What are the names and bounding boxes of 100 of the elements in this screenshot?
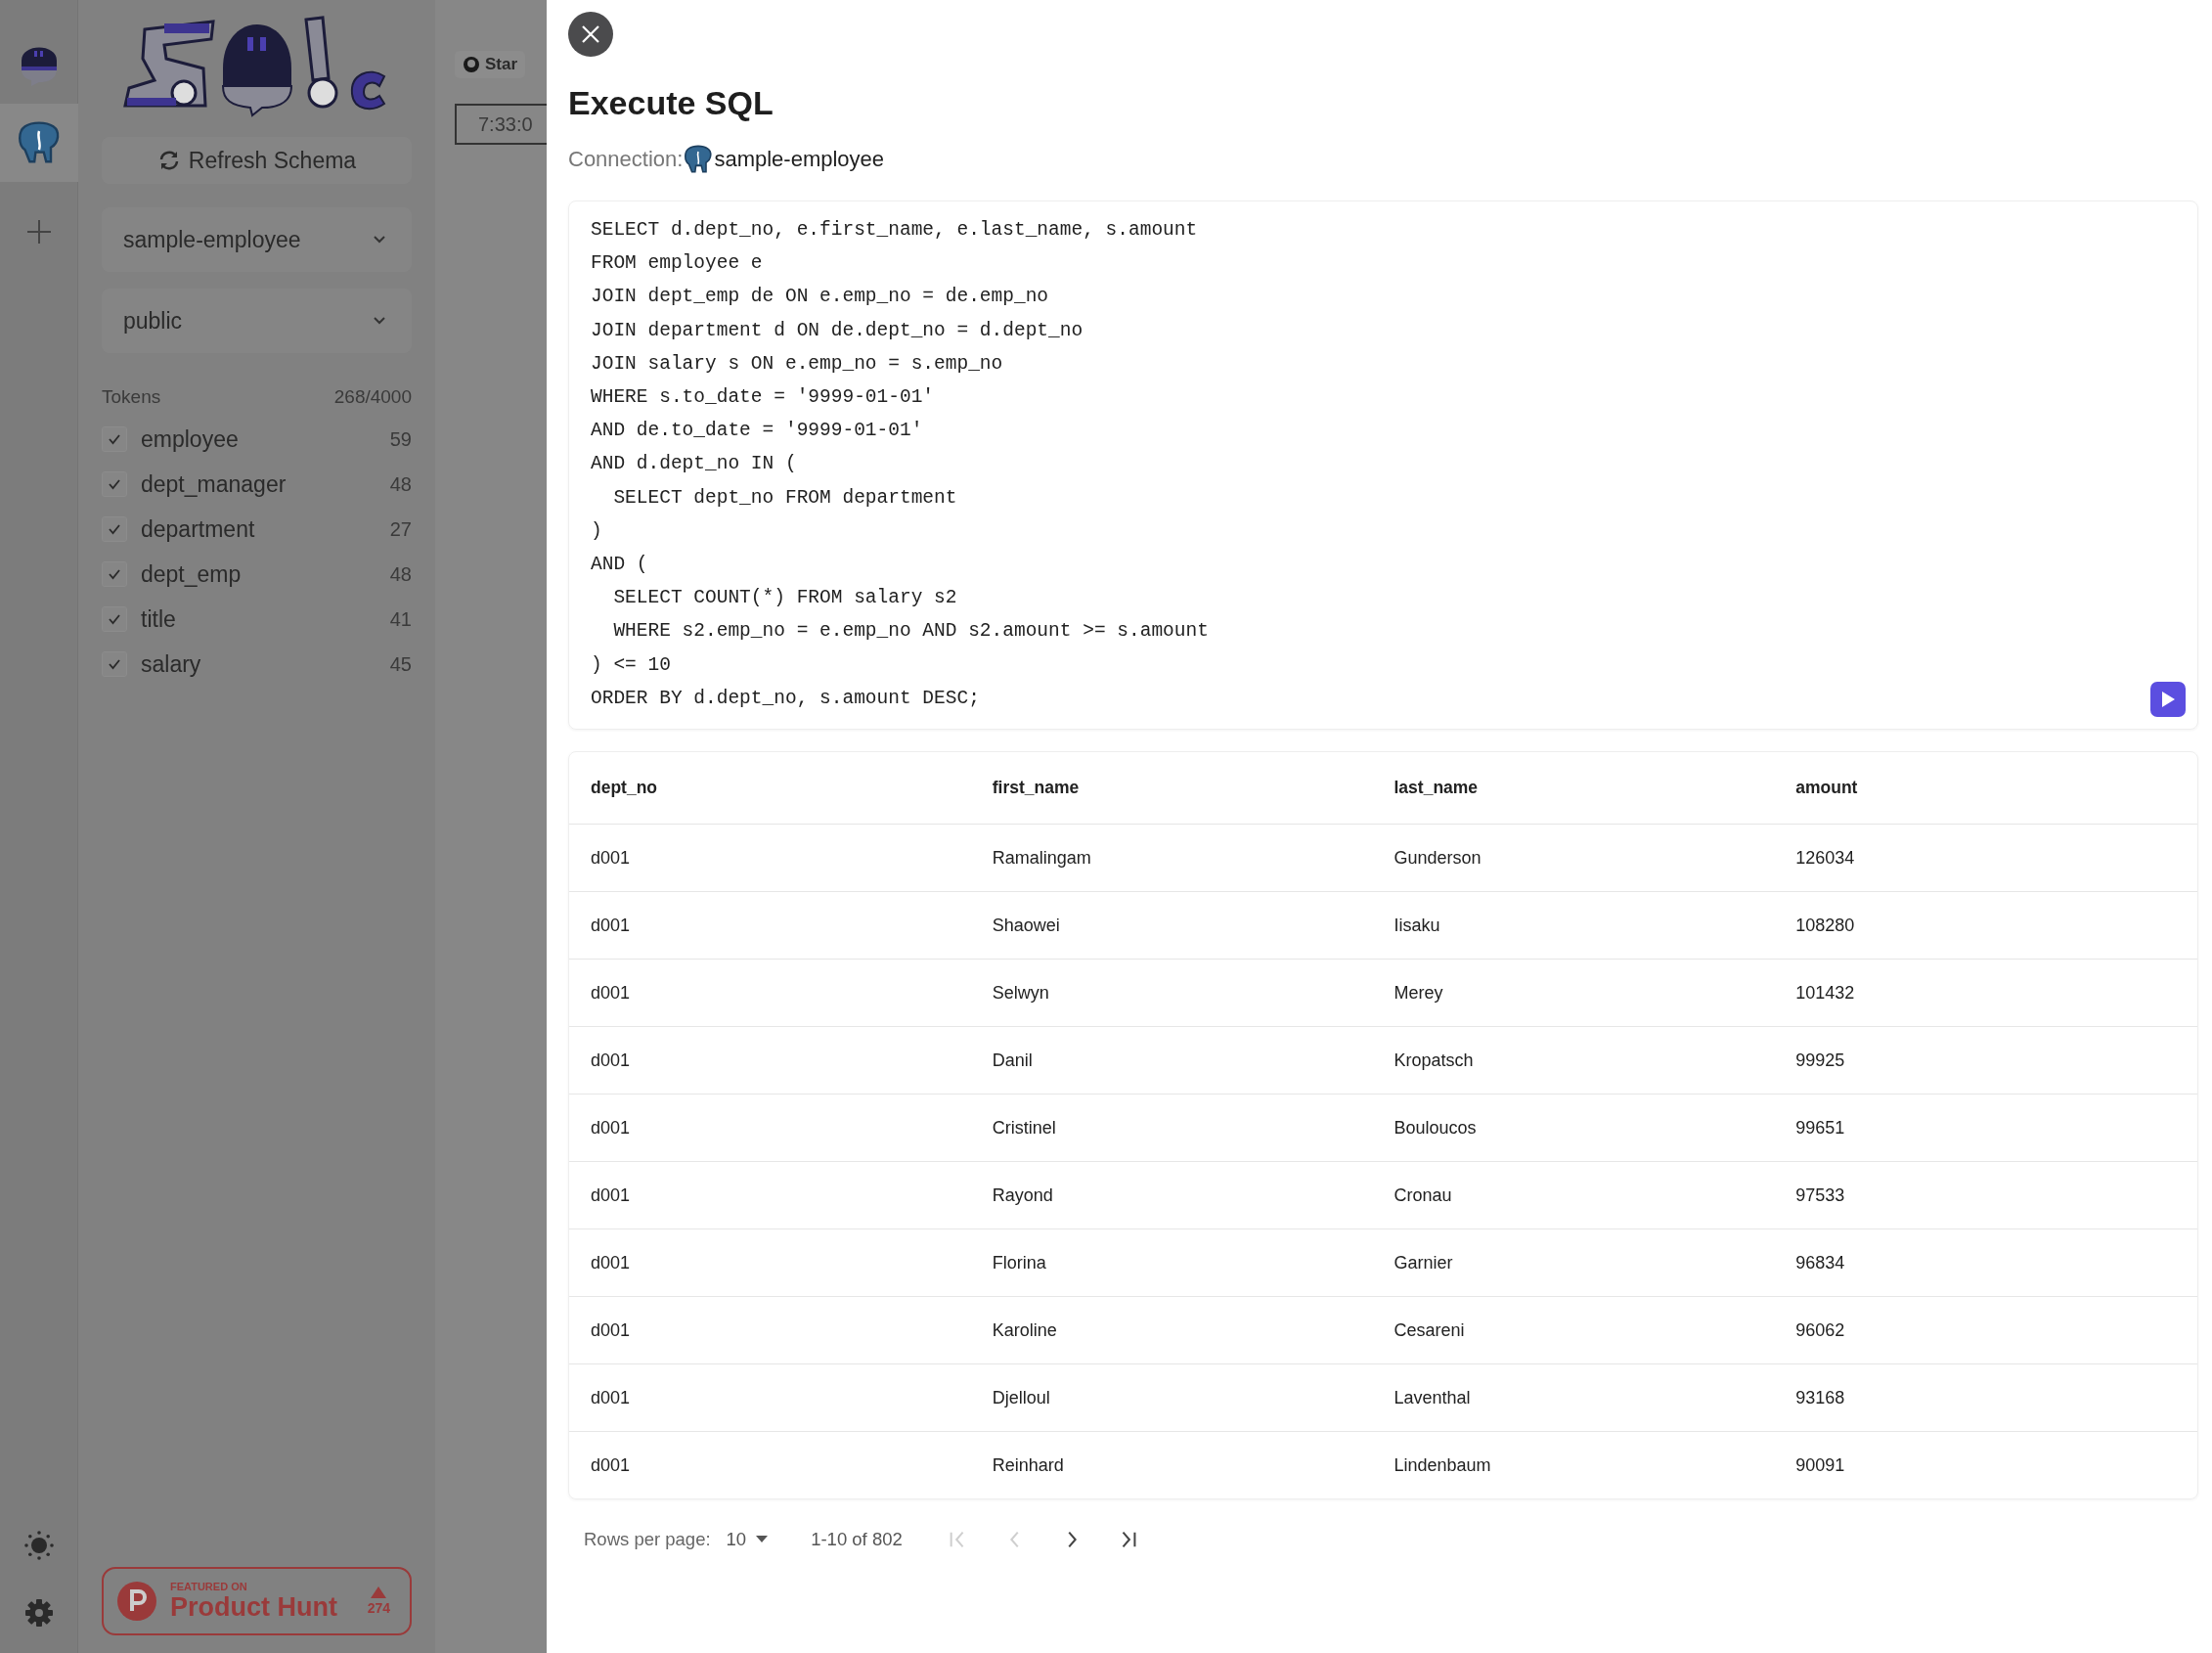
- table-token-count: 45: [389, 652, 412, 676]
- rows-per-page-select[interactable]: 10: [726, 1529, 769, 1551]
- table-cell-text: 96834: [1795, 1252, 1846, 1273]
- page-range: 1-10 of 802: [811, 1529, 903, 1551]
- plus-icon: [24, 218, 53, 246]
- connection-label: Connection:: [568, 147, 684, 172]
- column-header: amount: [1795, 778, 1859, 799]
- sun-icon[interactable]: [22, 1530, 55, 1561]
- code-line: AND d.dept_no IN (: [591, 452, 797, 477]
- table-cell-text: 99651: [1795, 1117, 1846, 1139]
- chevron-down-icon: [373, 235, 386, 245]
- table-name: title: [141, 605, 177, 633]
- product-hunt-logo-icon: [117, 1582, 156, 1621]
- check-icon: [108, 658, 121, 670]
- table-cell-text: d001: [591, 1387, 632, 1408]
- caret-down-icon: [756, 1536, 769, 1544]
- table-cell-text: Gunderson: [1394, 847, 1482, 869]
- check-icon: [108, 433, 121, 445]
- tokens-label: Tokens: [102, 386, 161, 408]
- table-cell-text: Garnier: [1394, 1252, 1454, 1273]
- code-line: FROM employee e: [591, 251, 763, 277]
- code-line: AND (: [591, 553, 648, 578]
- code-line: SELECT d.dept_no, e.first_name, e.last_name, s.amount: [591, 218, 1198, 243]
- table-cell-text: 101432: [1795, 982, 1856, 1004]
- code-line: JOIN salary s ON e.emp_no = s.emp_no: [591, 351, 1003, 377]
- table-cell-text: Cristinel: [992, 1117, 1057, 1139]
- connection-select[interactable]: sample-employee: [102, 207, 412, 272]
- check-icon: [108, 478, 121, 490]
- table-cell-text: Danil: [992, 1050, 1034, 1071]
- refresh-schema-button[interactable]: Refresh Schema: [102, 137, 412, 184]
- table-cell-text: Bouloucos: [1394, 1117, 1478, 1139]
- table-name: dept_emp: [141, 560, 243, 588]
- table-cell-text: Selwyn: [992, 982, 1050, 1004]
- code-line: JOIN department d ON de.dept_no = d.dept_no: [591, 318, 1084, 343]
- table-name: dept_manager: [141, 470, 288, 498]
- close-button[interactable]: [568, 12, 613, 57]
- close-icon: [580, 23, 601, 45]
- table-token-count: 59: [389, 427, 412, 451]
- table-cell-text: 93168: [1795, 1387, 1846, 1408]
- table-cell-text: d001: [591, 1050, 632, 1071]
- table-cell-text: Iisaku: [1394, 915, 1441, 936]
- code-line: WHERE s2.emp_no = e.emp_no AND s2.amount >= s.amount: [612, 619, 1209, 645]
- table-checkbox[interactable]: [102, 606, 127, 632]
- connection-name: sample-employee: [714, 147, 885, 172]
- play-icon: [2160, 691, 2176, 709]
- settings-icon[interactable]: [23, 1598, 54, 1628]
- tokens-count: 268/4000: [333, 386, 412, 408]
- table-cell-text: d001: [591, 1454, 632, 1476]
- code-line: SELECT dept_no FROM department: [612, 485, 957, 511]
- connection-tab[interactable]: [0, 104, 78, 182]
- table-cell-text: Cronau: [1394, 1184, 1453, 1206]
- table-cell-text: Kropatsch: [1394, 1050, 1475, 1071]
- code-line: ORDER BY d.dept_no, s.amount DESC;: [591, 686, 980, 711]
- table-cell-text: d001: [591, 1252, 632, 1273]
- schema-select[interactable]: public: [102, 289, 412, 353]
- table-token-count: 48: [389, 472, 412, 496]
- check-icon: [108, 613, 121, 625]
- column-header: last_name: [1394, 778, 1480, 799]
- table-token-count: 41: [389, 607, 412, 631]
- table-cell-text: 126034: [1795, 847, 1856, 869]
- table-cell-text: Florina: [992, 1252, 1047, 1273]
- check-icon: [108, 568, 121, 580]
- table-cell-text: d001: [591, 847, 632, 869]
- rows-per-page-label: Rows per page:: [584, 1529, 711, 1551]
- table-cell-text: Ramalingam: [992, 847, 1092, 869]
- table-checkbox[interactable]: [102, 651, 127, 677]
- table-cell-text: Laventhal: [1394, 1387, 1472, 1408]
- code-line: AND de.to_date = '9999-01-01': [591, 419, 923, 444]
- upvote-count: 274: [367, 1600, 390, 1616]
- table-checkbox[interactable]: [102, 561, 127, 587]
- table-cell-text: d001: [591, 1184, 632, 1206]
- table-token-count: 27: [389, 517, 412, 541]
- chevron-down-icon: [373, 316, 386, 326]
- table-name: salary: [141, 650, 202, 678]
- upvote-triangle-icon: [371, 1586, 387, 1598]
- table-cell-text: Cesareni: [1394, 1319, 1466, 1341]
- table-cell-text: Djelloul: [992, 1387, 1051, 1408]
- table-cell-text: Merey: [1394, 982, 1444, 1004]
- table-name: employee: [141, 425, 240, 453]
- table-name: department: [141, 515, 256, 543]
- table-cell-text: 90091: [1795, 1454, 1846, 1476]
- table-cell-text: Rayond: [992, 1184, 1054, 1206]
- github-star-button[interactable]: Star: [455, 51, 526, 78]
- run-button[interactable]: [2150, 682, 2186, 718]
- featured-on-text: FEATURED ON: [170, 1580, 248, 1592]
- table-cell-text: Lindenbaum: [1394, 1454, 1492, 1476]
- table-cell-text: Karoline: [992, 1319, 1058, 1341]
- code-line: ): [591, 518, 602, 544]
- table-cell-text: 97533: [1795, 1184, 1846, 1206]
- code-line: ) <= 10: [591, 652, 671, 678]
- table-cell-text: Reinhard: [992, 1454, 1065, 1476]
- table-checkbox[interactable]: [102, 471, 127, 497]
- table-checkbox[interactable]: [102, 426, 127, 452]
- sql-editor[interactable]: [568, 201, 2198, 731]
- table-checkbox[interactable]: [102, 516, 127, 542]
- column-header: first_name: [992, 778, 1081, 799]
- table-cell-text: Shaowei: [992, 915, 1061, 936]
- code-line: JOIN dept_emp de ON e.emp_no = de.emp_no: [591, 285, 1049, 310]
- product-hunt-text: Product Hunt: [170, 1591, 338, 1623]
- table-cell-text: 99925: [1795, 1050, 1846, 1071]
